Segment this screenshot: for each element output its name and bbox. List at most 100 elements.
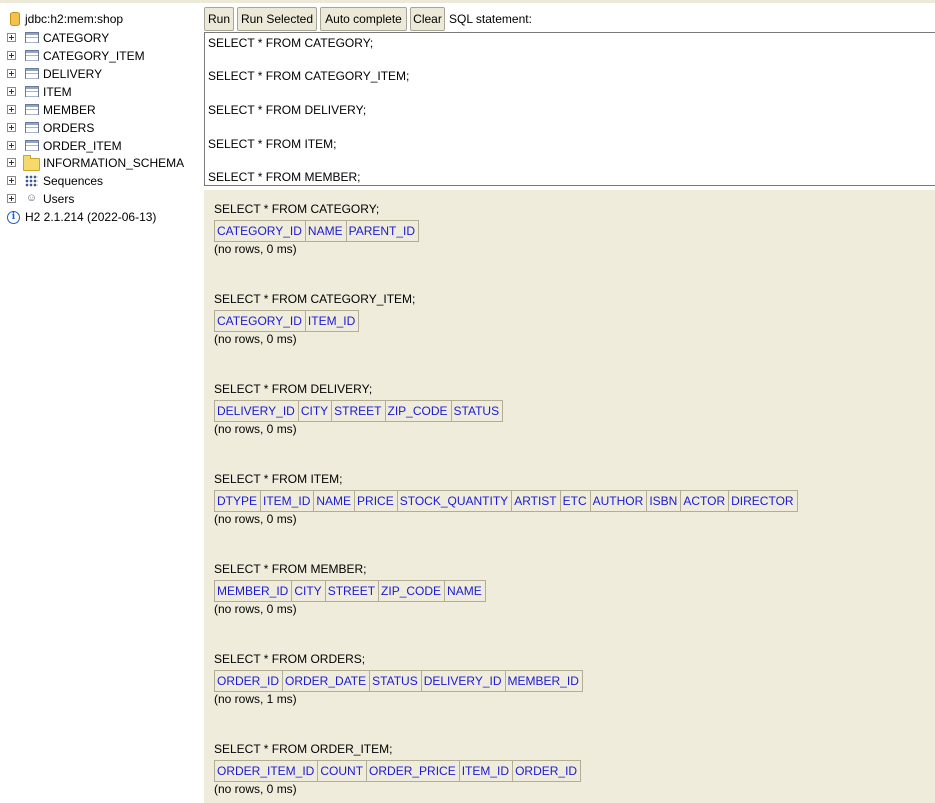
plus-toggle-icon[interactable] (7, 123, 16, 132)
result-table: CATEGORY_ID ITEM_ID (214, 310, 360, 332)
result-table: ORDER_ITEM_ID COUNT ORDER_PRICE ITEM_ID … (214, 760, 582, 782)
result-table: DTYPE ITEM_ID NAME PRICE STOCK_QUANTITY … (214, 490, 798, 512)
plus-toggle-icon[interactable] (7, 176, 16, 185)
result-footer: (no rows, 1 ms) (214, 692, 297, 706)
column-header[interactable]: AUTHOR (590, 491, 648, 512)
plus-toggle-icon[interactable] (7, 105, 16, 114)
tree-table-member[interactable]: MEMBER (0, 101, 200, 119)
column-header[interactable]: NAME (314, 491, 356, 512)
column-header[interactable]: MEMBER_ID (215, 581, 293, 602)
column-header[interactable]: DTYPE (215, 491, 262, 512)
result-footer: (no rows, 0 ms) (214, 512, 297, 526)
editor-line: SELECT * FROM ITEM; (208, 137, 337, 151)
table-label: ORDER_ITEM (43, 139, 122, 153)
result-footer: (no rows, 0 ms) (214, 782, 297, 796)
result-statement: SELECT * FROM DELIVERY; (214, 382, 373, 396)
table-icon (25, 86, 39, 97)
tree-table-orders[interactable]: ORDERS (0, 119, 200, 137)
run-button[interactable]: Run (204, 7, 234, 31)
result-statement: SELECT * FROM ITEM; (214, 472, 343, 486)
table-icon (25, 32, 39, 43)
table-icon (25, 122, 39, 133)
column-header[interactable]: STATUS (451, 401, 504, 422)
tree-table-order-item[interactable]: ORDER_ITEM (0, 137, 200, 155)
column-header[interactable]: DIRECTOR (729, 491, 798, 512)
users-icon: ☺ (25, 192, 38, 204)
result-statement: SELECT * FROM ORDER_ITEM; (214, 742, 393, 756)
column-header[interactable]: PRICE (355, 491, 398, 512)
plus-toggle-icon[interactable] (7, 194, 16, 203)
schema-label: INFORMATION_SCHEMA (43, 156, 185, 170)
table-icon (25, 140, 39, 151)
column-header[interactable]: CITY (292, 581, 326, 602)
plus-toggle-icon[interactable] (7, 69, 16, 78)
result-footer: (no rows, 0 ms) (214, 422, 297, 436)
auto-complete-button[interactable]: Auto complete (320, 7, 407, 31)
column-header[interactable]: ARTIST (512, 491, 561, 512)
column-header[interactable]: CATEGORY_ID (215, 221, 306, 242)
clear-button[interactable]: Clear (410, 7, 445, 31)
plus-toggle-icon[interactable] (7, 51, 16, 60)
table-icon (25, 50, 39, 61)
result-statement: SELECT * FROM MEMBER; (214, 562, 367, 576)
plus-toggle-icon[interactable] (7, 141, 16, 150)
plus-toggle-icon[interactable] (7, 33, 16, 42)
column-header[interactable]: ETC (560, 491, 591, 512)
database-icon (10, 12, 20, 26)
table-label: DELIVERY (43, 67, 103, 81)
column-header[interactable]: ORDER_DATE (283, 671, 371, 692)
column-header[interactable]: ACTOR (681, 491, 730, 512)
column-header[interactable]: NAME (445, 581, 486, 602)
column-header[interactable]: ISBN (647, 491, 682, 512)
connection-label: jdbc:h2:mem:shop (25, 12, 124, 26)
column-header[interactable]: STREET (325, 581, 380, 602)
sequences-label: Sequences (43, 174, 104, 188)
column-header[interactable]: PARENT_ID (346, 221, 420, 242)
table-icon (25, 104, 39, 115)
column-header[interactable]: ORDER_ID (215, 671, 284, 692)
column-header[interactable]: ZIP_CODE (379, 581, 446, 602)
column-header[interactable]: COUNT (318, 761, 368, 782)
plus-toggle-icon[interactable] (7, 87, 16, 96)
column-header[interactable]: ITEM_ID (261, 491, 315, 512)
table-icon (25, 68, 39, 79)
column-header[interactable]: MEMBER_ID (505, 671, 583, 692)
run-selected-button[interactable]: Run Selected (237, 7, 317, 31)
tree-users[interactable]: ☺ Users (0, 190, 200, 208)
tree-table-delivery[interactable]: DELIVERY (0, 65, 200, 83)
column-header[interactable]: ORDER_ID (513, 761, 582, 782)
column-header[interactable]: STATUS (370, 671, 422, 692)
tree-table-category-item[interactable]: CATEGORY_ITEM (0, 47, 200, 65)
plus-toggle-icon[interactable] (7, 158, 16, 167)
tree-sequences[interactable]: Sequences (0, 172, 200, 190)
tree-version: i H2 2.1.214 (2022-06-13) (0, 208, 200, 226)
column-header[interactable]: NAME (305, 221, 347, 242)
editor-line: SELECT * FROM CATEGORY_ITEM; (208, 69, 410, 83)
tree-table-category[interactable]: CATEGORY (0, 29, 200, 47)
column-header[interactable]: ITEM_ID (305, 311, 360, 332)
result-statement: SELECT * FROM ORDERS; (214, 652, 366, 666)
result-footer: (no rows, 0 ms) (214, 602, 297, 616)
column-header[interactable]: ITEM_ID (459, 761, 514, 782)
column-header[interactable]: DELIVERY_ID (215, 401, 299, 422)
sql-editor[interactable]: SELECT * FROM CATEGORY; SELECT * FROM CA… (204, 32, 935, 186)
editor-line: SELECT * FROM CATEGORY; (208, 36, 374, 50)
result-table: DELIVERY_ID CITY STREET ZIP_CODE STATUS (214, 400, 504, 422)
column-header[interactable]: CATEGORY_ID (215, 311, 306, 332)
column-header[interactable]: STOCK_QUANTITY (397, 491, 513, 512)
table-label: ITEM (43, 85, 72, 99)
column-header[interactable]: STREET (332, 401, 386, 422)
folder-icon (23, 155, 40, 171)
column-header[interactable]: ZIP_CODE (385, 401, 452, 422)
tree-information-schema[interactable]: INFORMATION_SCHEMA (0, 154, 200, 172)
column-header[interactable]: ORDER_PRICE (367, 761, 460, 782)
tree-table-item[interactable]: ITEM (0, 83, 200, 101)
column-header[interactable]: ORDER_ITEM_ID (215, 761, 319, 782)
column-header[interactable]: DELIVERY_ID (421, 671, 506, 692)
result-table: MEMBER_ID CITY STREET ZIP_CODE NAME (214, 580, 486, 602)
tree-connection[interactable]: jdbc:h2:mem:shop (0, 10, 200, 28)
table-label: ORDERS (43, 121, 95, 135)
table-label: MEMBER (43, 103, 96, 117)
column-header[interactable]: CITY (298, 401, 333, 422)
result-footer: (no rows, 0 ms) (214, 332, 297, 346)
